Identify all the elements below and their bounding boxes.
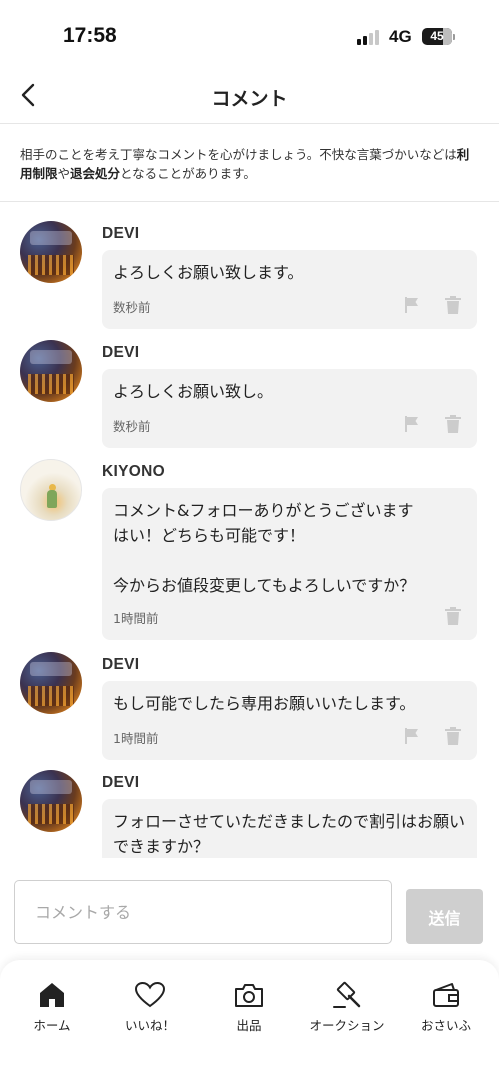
- comment-guideline-notice: 相手のことを考え丁寧なコメントを心がけましょう。不快な言葉づかいなどは利用制限や…: [0, 125, 499, 202]
- flag-icon[interactable]: [403, 296, 421, 314]
- nav-item-wallet[interactable]: おさいふ: [396, 980, 496, 1040]
- header: コメント: [0, 72, 499, 124]
- trash-icon[interactable]: [445, 727, 461, 745]
- comment-bubble: よろしくお願い致します。 数秒前: [102, 250, 477, 329]
- flag-icon[interactable]: [403, 415, 421, 433]
- comment-text: コメント&フォローありがとうございます はい！どちらも可能です！ 今からお値段変…: [113, 501, 416, 595]
- notice-text: となることがあります。: [120, 166, 256, 181]
- trash-icon[interactable]: [445, 296, 461, 314]
- send-button[interactable]: 送信: [406, 889, 483, 944]
- nav-label: 出品: [236, 1018, 262, 1033]
- comment-username[interactable]: DEVI: [102, 656, 139, 674]
- nav-item-auction[interactable]: オークション: [297, 980, 397, 1040]
- status-bar: 17:58 4G 45: [0, 0, 499, 72]
- notice-bold-withdrawal: 退会処分: [70, 166, 121, 181]
- home-indicator: [183, 1064, 317, 1069]
- nav-label: オークション: [309, 1018, 385, 1033]
- camera-icon: [234, 980, 264, 1010]
- page-title: コメント: [211, 88, 288, 110]
- comment-bubble: フォローさせていただきましたので割引はお願いできますか？: [102, 799, 477, 858]
- comment-item: DEVI フォローさせていただきましたので割引はお願いできますか？: [0, 770, 499, 858]
- comment-list[interactable]: DEVI よろしくお願い致します。 数秒前 DEVI よろしくお願い致し。 数秒…: [0, 203, 499, 858]
- battery-level: 45: [430, 29, 444, 43]
- comment-username[interactable]: DEVI: [102, 344, 139, 362]
- heart-icon: [135, 980, 165, 1010]
- comment-username[interactable]: DEVI: [102, 225, 139, 243]
- gavel-icon: [332, 980, 362, 1010]
- avatar[interactable]: [20, 340, 82, 402]
- nav-label: おさいふ: [420, 1018, 471, 1033]
- comment-bubble: よろしくお願い致し。 数秒前: [102, 369, 477, 448]
- comment-time: 数秒前: [113, 419, 151, 434]
- network-type: 4G: [389, 27, 412, 46]
- notice-text: や: [57, 166, 71, 181]
- nav-item-sell[interactable]: 出品: [199, 980, 299, 1040]
- comment-text: もし可能でしたら専用お願いいたします。: [113, 694, 416, 713]
- nav-item-home[interactable]: ホーム: [2, 980, 102, 1040]
- status-time: 17:58: [63, 24, 117, 47]
- avatar[interactable]: [20, 459, 82, 521]
- battery-icon: 45: [422, 28, 452, 45]
- notice-text: 相手のことを考え丁寧なコメントを心がけましょう。不快な言葉づかいなどは: [20, 147, 457, 162]
- comment-input-area: 送信: [0, 858, 499, 958]
- nav-item-likes[interactable]: いいね！: [100, 980, 200, 1040]
- comment-bubble: コメント&フォローありがとうございます はい！どちらも可能です！ 今からお値段変…: [102, 488, 477, 640]
- comment-item: DEVI よろしくお願い致します。 数秒前: [0, 221, 499, 331]
- comment-text: よろしくお願い致し。: [113, 382, 274, 401]
- comment-time: 1時間前: [113, 731, 159, 746]
- avatar[interactable]: [20, 770, 82, 832]
- comment-username[interactable]: KIYONO: [102, 463, 165, 481]
- avatar[interactable]: [20, 652, 82, 714]
- comment-time: 数秒前: [113, 300, 151, 315]
- comment-username[interactable]: DEVI: [102, 774, 139, 792]
- trash-icon[interactable]: [445, 415, 461, 433]
- flag-icon[interactable]: [403, 727, 421, 745]
- comment-item: KIYONO コメント&フォローありがとうございます はい！どちらも可能です！ …: [0, 459, 499, 644]
- signal-icon: [357, 30, 379, 45]
- wallet-icon: [431, 980, 461, 1010]
- comment-input[interactable]: [14, 880, 392, 944]
- comment-text: フォローさせていただきましたので割引はお願いできますか？: [113, 812, 466, 856]
- comment-bubble: もし可能でしたら専用お願いいたします。 1時間前: [102, 681, 477, 760]
- bottom-nav: ホーム いいね！ 出品 オークション おさいふ: [0, 960, 499, 1080]
- comment-item: DEVI よろしくお願い致し。 数秒前: [0, 340, 499, 450]
- comment-time: 1時間前: [113, 611, 159, 626]
- battery-tip: [453, 34, 455, 40]
- nav-label: いいね！: [124, 1018, 175, 1033]
- trash-icon[interactable]: [445, 607, 461, 625]
- nav-label: ホーム: [33, 1018, 71, 1033]
- comment-item: DEVI もし可能でしたら専用お願いいたします。 1時間前: [0, 652, 499, 762]
- home-icon: [37, 980, 67, 1010]
- avatar[interactable]: [20, 221, 82, 283]
- comment-text: よろしくお願い致します。: [113, 263, 304, 282]
